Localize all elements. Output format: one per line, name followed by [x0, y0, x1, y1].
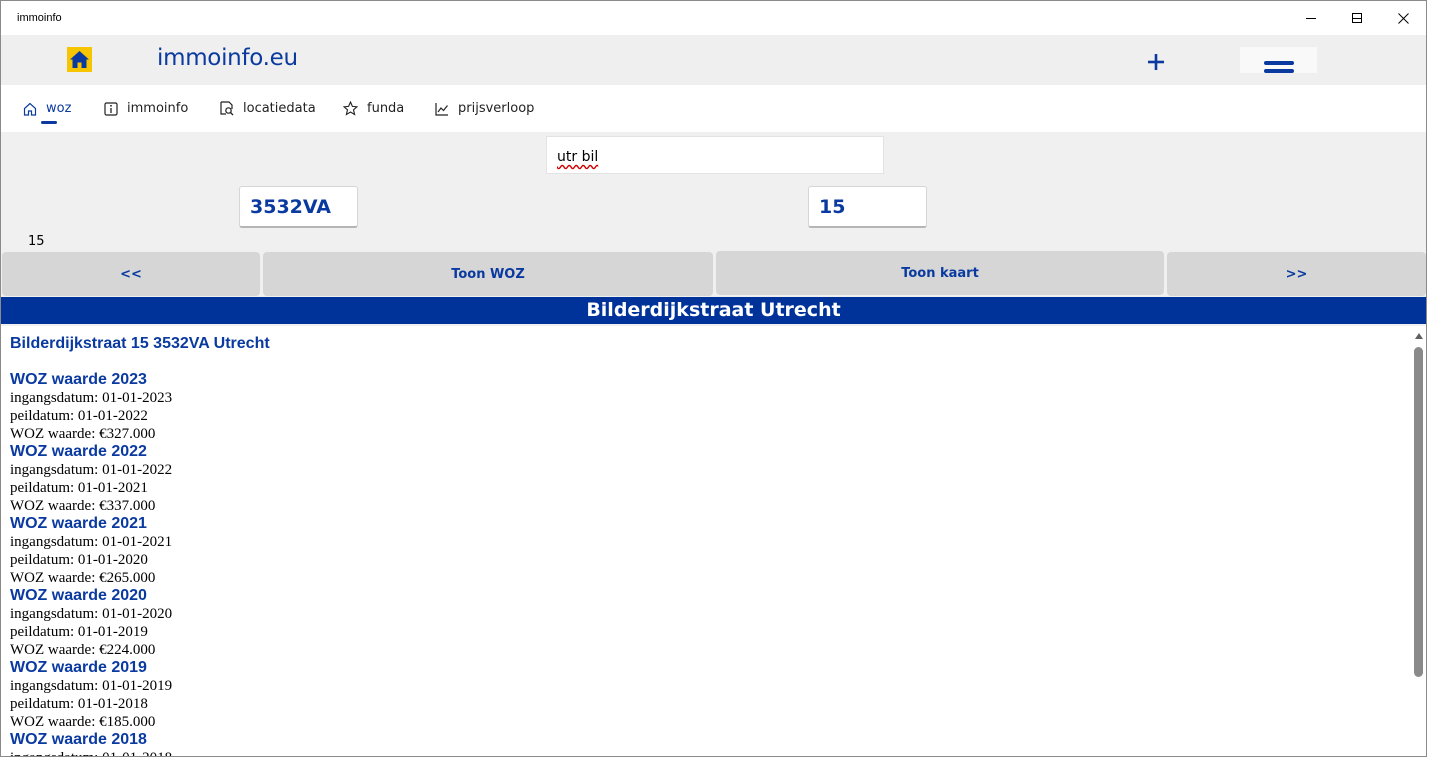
maximize-button[interactable]	[1334, 1, 1380, 35]
next-button[interactable]: >>	[1167, 252, 1426, 296]
toon-woz-button[interactable]: Toon WOZ	[263, 252, 713, 296]
info-icon	[104, 101, 118, 116]
tab-immoinfo[interactable]: immoinfo	[104, 85, 188, 132]
menu-icon-bar	[1263, 69, 1294, 73]
maximize-icon	[1351, 12, 1362, 23]
tab-locatiedata[interactable]: locatiedata	[219, 85, 316, 132]
home-icon	[23, 102, 37, 116]
woz-year-heading: WOZ waarde 2020	[10, 587, 147, 604]
woz-content: Bilderdijkstraat 15 3532VA Utrecht WOZ w…	[1, 326, 1412, 756]
search-input[interactable]: utr bil	[546, 136, 884, 174]
woz-ingangsdatum: ingangsdatum: 01-01-2018	[10, 749, 1412, 756]
menu-icon-bar	[1263, 61, 1294, 65]
toon-kaart-button[interactable]: Toon kaart	[716, 251, 1164, 295]
nav-tabs: woz immoinfo locatiedata funda prijsverl…	[1, 85, 1426, 132]
woz-value: WOZ waarde: €337.000	[10, 498, 156, 514]
content-scrollbar[interactable]	[1412, 326, 1426, 756]
active-tab-indicator	[41, 121, 57, 124]
title-bar: immoinfo	[1, 1, 1426, 35]
woz-year-heading: WOZ waarde 2022	[10, 443, 147, 460]
scroll-up-arrow-icon[interactable]	[1415, 333, 1423, 339]
tab-funda[interactable]: funda	[343, 85, 404, 132]
plus-icon	[1148, 54, 1164, 70]
woz-peildatum: peildatum: 01-01-2019	[10, 624, 148, 640]
housenumber-field[interactable]: 15	[808, 186, 927, 228]
woz-ingangsdatum: ingangsdatum: 01-01-2022	[10, 462, 173, 478]
woz-value: WOZ waarde: €327.000	[10, 426, 156, 442]
star-icon	[343, 101, 358, 116]
home-logo[interactable]	[67, 47, 92, 72]
add-button[interactable]	[1141, 47, 1171, 77]
close-button[interactable]	[1380, 1, 1426, 35]
woz-ingangsdatum: ingangsdatum: 01-01-2020	[10, 606, 173, 622]
search-text: utr bil	[557, 149, 599, 165]
brand-title: immoinfo.eu	[157, 45, 298, 71]
woz-peildatum: peildatum: 01-01-2018	[10, 696, 148, 712]
woz-value: WOZ waarde: €185.000	[10, 714, 156, 730]
chart-line-icon	[435, 102, 448, 116]
minimize-button-area[interactable]	[1288, 1, 1334, 35]
menu-button[interactable]	[1240, 47, 1317, 73]
window-title: immoinfo	[17, 12, 62, 24]
woz-ingangsdatum: ingangsdatum: 01-01-2021	[10, 534, 173, 550]
tab-woz[interactable]: woz	[23, 85, 71, 132]
close-icon	[1397, 12, 1409, 24]
woz-peildatum: peildatum: 01-01-2022	[10, 408, 148, 424]
tab-label: immoinfo	[127, 101, 189, 116]
tab-label: prijsverloop	[458, 101, 535, 116]
woz-year-heading: WOZ waarde 2021	[10, 515, 147, 532]
selected-number-label: 15	[28, 234, 45, 249]
tab-label: funda	[367, 101, 405, 116]
app-window: immoinfo immoinfo.eu woz immoinfo locati…	[0, 0, 1427, 757]
woz-peildatum: peildatum: 01-01-2021	[10, 480, 148, 496]
woz-value: WOZ waarde: €224.000	[10, 642, 156, 658]
woz-year-heading: WOZ waarde 2018	[10, 731, 147, 748]
app-header: immoinfo.eu	[1, 35, 1426, 85]
street-title: Bilderdijkstraat Utrecht	[1, 297, 1426, 324]
tab-prijsverloop[interactable]: prijsverloop	[435, 85, 534, 132]
postcode-field[interactable]: 3532VA	[239, 186, 358, 228]
woz-value: WOZ waarde: €265.000	[10, 570, 156, 586]
minimize-icon	[1305, 17, 1316, 19]
woz-year-heading: WOZ waarde 2023	[10, 371, 147, 388]
tab-label: locatiedata	[243, 101, 316, 116]
woz-ingangsdatum: ingangsdatum: 01-01-2023	[10, 390, 173, 406]
address-heading: Bilderdijkstraat 15 3532VA Utrecht	[10, 335, 270, 352]
woz-year-heading: WOZ waarde 2019	[10, 659, 147, 676]
tab-label: woz	[46, 101, 72, 116]
woz-ingangsdatum: ingangsdatum: 01-01-2019	[10, 678, 173, 694]
previous-button[interactable]: <<	[2, 252, 260, 296]
scrollbar-thumb[interactable]	[1414, 347, 1423, 677]
house-icon	[70, 51, 89, 68]
location-search-icon	[220, 101, 234, 116]
woz-peildatum: peildatum: 01-01-2020	[10, 552, 148, 568]
